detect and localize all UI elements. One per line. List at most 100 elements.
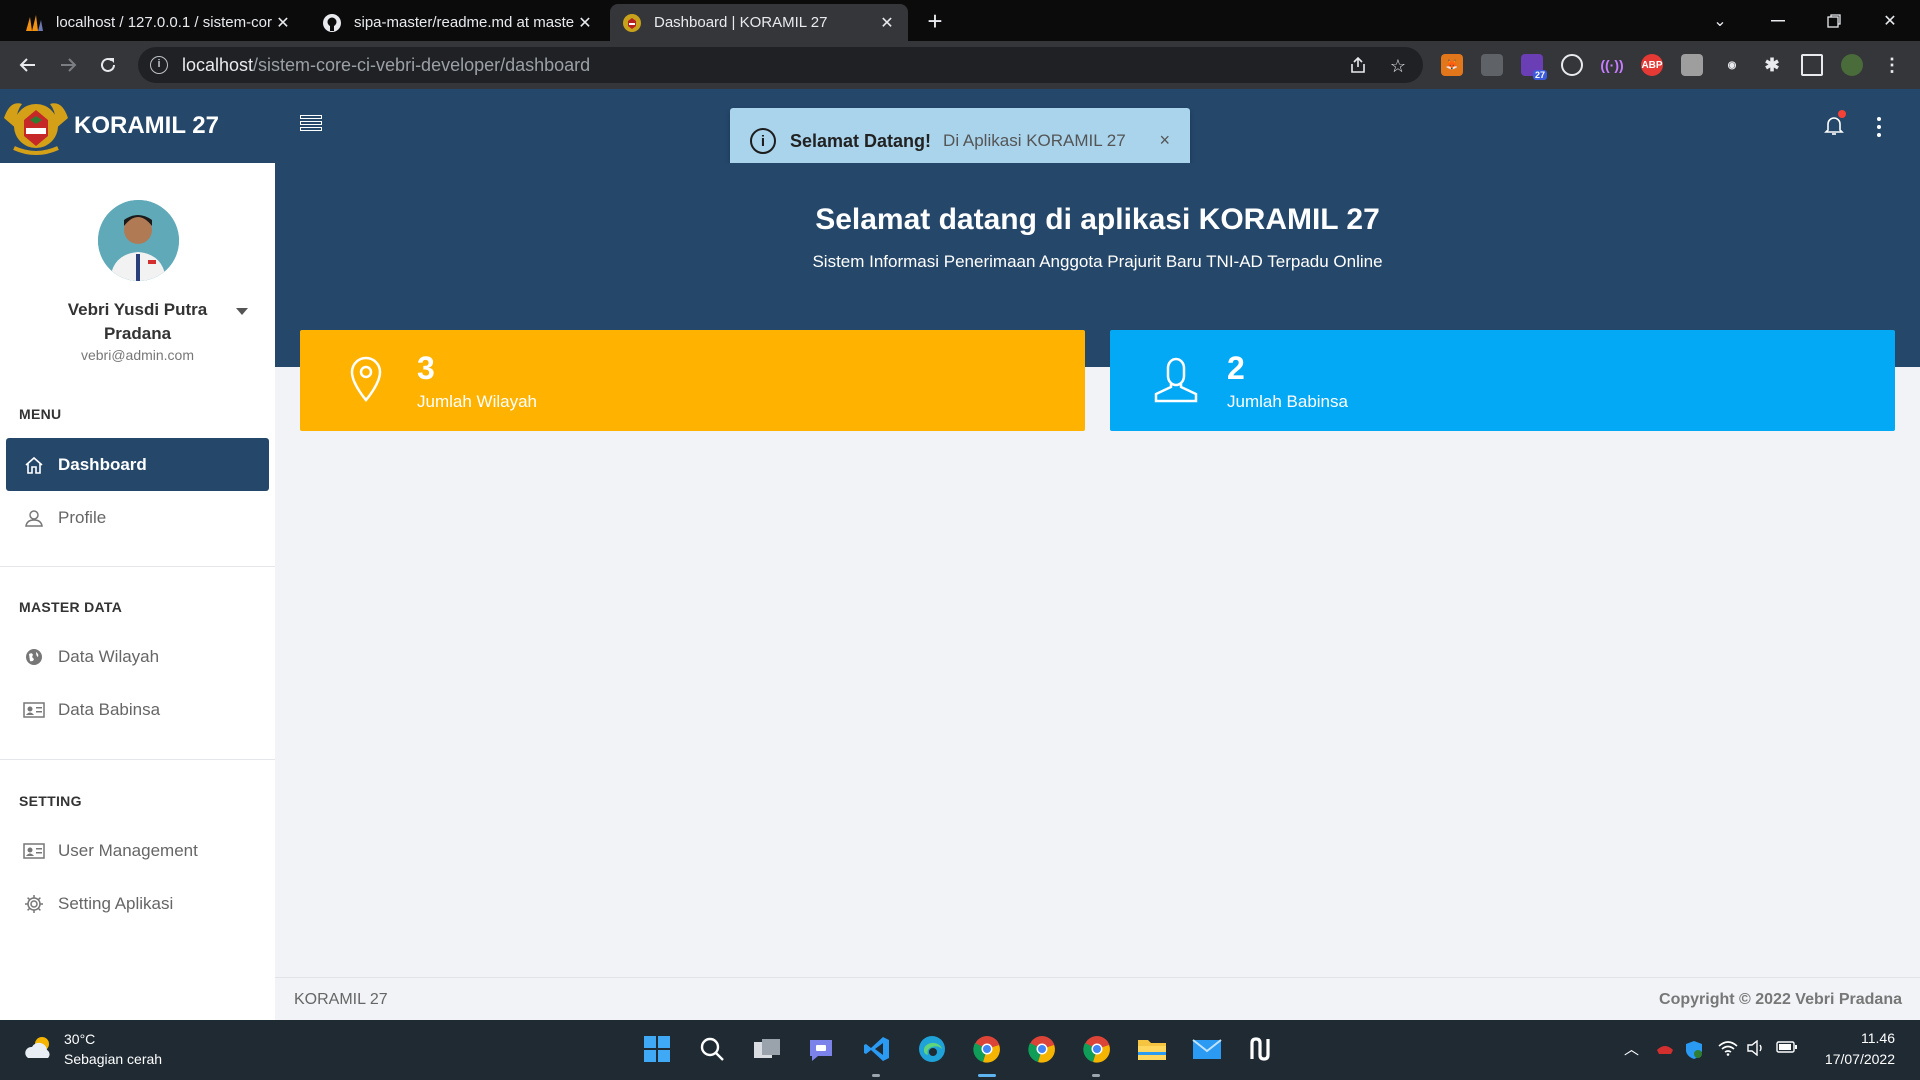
tab-title: sipa-master/readme.md at maste: [354, 14, 575, 31]
chrome-profile-icon[interactable]: [1025, 1032, 1059, 1066]
close-icon[interactable]: ✕: [274, 13, 292, 33]
edge-icon[interactable]: [915, 1032, 949, 1066]
menu-toggle-icon[interactable]: [300, 115, 322, 135]
clock-date[interactable]: 17/07/2022: [1825, 1051, 1895, 1067]
tray-overflow-chevron-icon[interactable]: ︿: [1624, 1038, 1639, 1059]
extension-eye-icon[interactable]: ◉: [1721, 54, 1743, 76]
volume-icon[interactable]: [1746, 1039, 1766, 1060]
sidebar-item-setting-aplikasi[interactable]: Setting Aplikasi: [6, 877, 269, 930]
forward-button[interactable]: [52, 49, 84, 81]
sidebar-item-user-management[interactable]: User Management: [6, 824, 269, 877]
adblock-icon[interactable]: ABP: [1641, 54, 1663, 76]
koramil-logo-icon: [4, 103, 68, 155]
bulb-extension-icon[interactable]: [1561, 54, 1583, 76]
toast-close-button[interactable]: ×: [1159, 130, 1170, 151]
brand-name: KORAMIL 27: [74, 112, 219, 139]
tab-github[interactable]: sipa-master/readme.md at maste ✕: [310, 4, 606, 41]
sidebar-item-data-babinsa[interactable]: Data Babinsa: [6, 683, 269, 736]
stat-card-wilayah[interactable]: 3 Jumlah Wilayah: [300, 330, 1085, 431]
id-card-icon: [22, 839, 46, 863]
vscode-icon[interactable]: [860, 1032, 894, 1066]
running-indicator: [872, 1074, 880, 1077]
user-email: vebri@admin.com: [80, 347, 195, 363]
sidebar-item-label: Profile: [58, 507, 107, 527]
weather-temperature: 30°C: [64, 1031, 96, 1047]
stat-label: Jumlah Babinsa: [1227, 392, 1348, 411]
brand[interactable]: KORAMIL 27: [0, 89, 275, 163]
caret-down-icon[interactable]: [236, 308, 248, 315]
sidebar-divider: [0, 759, 275, 760]
sidebar-item-label: User Management: [58, 840, 198, 860]
page-title: Selamat datang di aplikasi KORAMIL 27: [815, 203, 1380, 236]
sidebar-item-label: Data Wilayah: [58, 646, 160, 666]
wifi-icon[interactable]: [1718, 1040, 1738, 1060]
user-name[interactable]: Vebri Yusdi Putra Pradana: [40, 298, 235, 346]
clock-time[interactable]: 11.46: [1861, 1030, 1895, 1046]
minimize-button[interactable]: [1750, 0, 1806, 41]
tray-app-icon[interactable]: [1655, 1040, 1675, 1060]
nav-header-setting: SETTING: [19, 793, 82, 809]
new-tab-button[interactable]: +: [920, 6, 950, 36]
sidebar-item-dashboard[interactable]: Dashboard: [6, 438, 269, 491]
footer-copyright: Copyright © 2022 Vebri Pradana: [1659, 991, 1902, 1008]
search-icon[interactable]: [695, 1032, 729, 1066]
info-icon: i: [750, 128, 776, 154]
footer-brand: KORAMIL 27: [294, 991, 388, 1008]
toast-message: Di Aplikasi KORAMIL 27: [943, 131, 1126, 150]
reload-button[interactable]: [92, 49, 124, 81]
browser-toolbar: i localhost/sistem-core-ci-vebri-develop…: [0, 41, 1920, 89]
site-info-icon[interactable]: i: [150, 56, 168, 74]
tab-dashboard[interactable]: Dashboard | KORAMIL 27 ✕: [610, 4, 908, 41]
running-indicator: [1092, 1074, 1100, 1077]
sidebar-item-data-wilayah[interactable]: Data Wilayah: [6, 630, 269, 683]
close-window-button[interactable]: ✕: [1862, 0, 1918, 41]
gear-icon: [22, 892, 46, 916]
header-more-icon[interactable]: [1876, 117, 1882, 137]
home-icon: [22, 453, 46, 477]
user-avatar: [98, 200, 179, 281]
address-bar[interactable]: i localhost/sistem-core-ci-vebri-develop…: [138, 47, 1423, 83]
sidepanel-icon[interactable]: [1801, 54, 1823, 76]
stat-value: 3: [417, 350, 435, 386]
tab-phpmyadmin[interactable]: localhost / 127.0.0.1 / sistem-cor ✕: [12, 4, 304, 41]
calendar-extension-icon[interactable]: 27: [1521, 54, 1547, 80]
browser-menu-icon[interactable]: ⋮: [1881, 54, 1903, 76]
extension-window-icon[interactable]: [1481, 54, 1503, 76]
globe-icon: [22, 645, 46, 669]
teams-chat-icon[interactable]: [805, 1032, 839, 1066]
extension-gray-icon[interactable]: [1681, 54, 1703, 76]
sidebar-item-profile[interactable]: Profile: [6, 491, 269, 544]
phpmyadmin-icon: [24, 13, 44, 33]
bookmark-star-icon[interactable]: ☆: [1388, 56, 1408, 76]
tab-title: Dashboard | KORAMIL 27: [654, 14, 828, 31]
weather-partly-sunny-icon[interactable]: [22, 1034, 56, 1062]
chrome-profile-icon[interactable]: [1080, 1032, 1114, 1066]
app-footer: KORAMIL 27 Copyright © 2022 Vebri Pradan…: [275, 977, 1920, 1020]
app-root: KORAMIL 27 i Selamat Datang! Di Aplikasi…: [0, 89, 1920, 1020]
github-icon: [322, 13, 342, 33]
restore-button[interactable]: [1806, 0, 1862, 41]
chrome-icon[interactable]: [970, 1032, 1004, 1066]
app-header: KORAMIL 27 i Selamat Datang! Di Aplikasi…: [0, 89, 1920, 174]
close-icon[interactable]: ✕: [576, 13, 594, 33]
task-view-icon[interactable]: [750, 1032, 784, 1066]
file-explorer-icon[interactable]: [1135, 1032, 1169, 1066]
share-icon[interactable]: [1348, 56, 1368, 76]
mail-icon[interactable]: [1190, 1032, 1224, 1066]
notion-like-app-icon[interactable]: [1245, 1032, 1279, 1066]
broadcast-extension-icon[interactable]: ((·)): [1600, 54, 1623, 76]
battery-charging-icon[interactable]: [1776, 1040, 1798, 1058]
back-button[interactable]: [12, 49, 44, 81]
close-icon[interactable]: ✕: [878, 13, 896, 33]
start-button[interactable]: [640, 1032, 674, 1066]
taskbar: 30°C Sebagian cerah ︿ 11.46 17/07/2022: [0, 1020, 1920, 1080]
security-shield-icon[interactable]: [1685, 1040, 1703, 1064]
user-icon: [22, 506, 46, 530]
metamask-icon[interactable]: 🦊: [1441, 54, 1463, 76]
tab-search-icon[interactable]: ⌄: [1692, 0, 1748, 41]
extensions-puzzle-icon[interactable]: ✱: [1761, 54, 1783, 76]
stat-card-babinsa[interactable]: 2 Jumlah Babinsa: [1110, 330, 1895, 431]
profile-avatar[interactable]: [1841, 54, 1863, 76]
stat-value: 2: [1227, 350, 1245, 386]
weather-description: Sebagian cerah: [64, 1051, 163, 1067]
